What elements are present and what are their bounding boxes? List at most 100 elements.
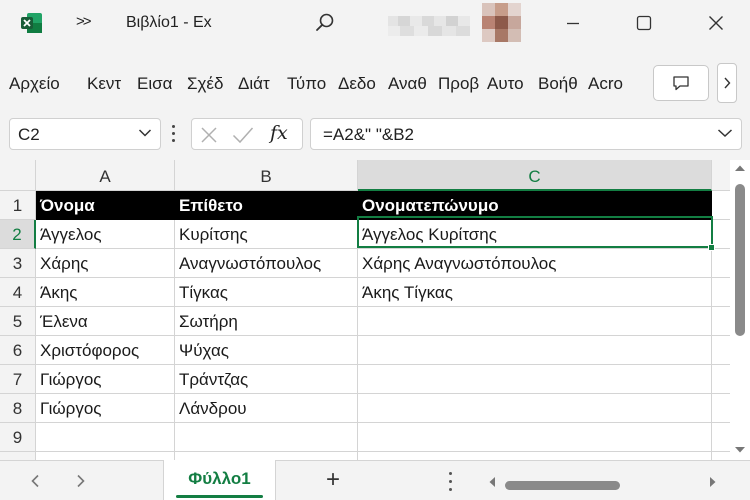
cell-d4[interactable] (712, 278, 730, 307)
cell-d10[interactable] (712, 452, 730, 460)
cell-d8[interactable] (712, 394, 730, 423)
row-header-4[interactable]: 4 (0, 278, 36, 307)
row-header-10[interactable]: 10 (0, 452, 36, 460)
row-header-1[interactable]: 1 (0, 191, 36, 220)
previous-sheet-icon[interactable] (30, 474, 40, 488)
row-header-8[interactable]: 8 (0, 394, 36, 423)
tab-insert[interactable]: Εισα (137, 74, 179, 96)
cell-b8[interactable]: Λάνδρου (175, 394, 358, 423)
chevron-right-icon (724, 77, 731, 89)
cell-c8[interactable] (358, 394, 712, 423)
tab-draw[interactable]: Σχέδ (187, 74, 230, 96)
cell-a6[interactable]: Χριστόφορος (36, 336, 175, 365)
cancel-icon[interactable] (200, 126, 218, 144)
cell-c6[interactable] (358, 336, 712, 365)
next-sheet-icon[interactable] (76, 474, 86, 488)
vertical-scrollbar[interactable] (730, 160, 750, 460)
close-button[interactable] (696, 6, 736, 40)
cell-d1[interactable] (712, 191, 730, 220)
formula-bar-grip-icon[interactable] (172, 125, 176, 143)
tab-layout[interactable]: Διάτ (238, 74, 279, 96)
scroll-left-icon[interactable] (488, 476, 496, 488)
worksheet-grid[interactable]: A B C 1 2 3 4 5 6 7 8 9 10 Όνομα Επίθετο… (0, 160, 730, 460)
active-cell-border (357, 216, 713, 248)
cell-c7[interactable] (358, 365, 712, 394)
cell-b7[interactable]: Τράντζας (175, 365, 358, 394)
tab-data[interactable]: Δεδο (338, 74, 380, 96)
cell-d5[interactable] (712, 307, 730, 336)
cell-d7[interactable] (712, 365, 730, 394)
cell-a9[interactable] (36, 423, 175, 452)
cell-a1[interactable]: Όνομα (36, 191, 175, 220)
minimize-icon (567, 22, 579, 25)
cell-b9[interactable] (175, 423, 358, 452)
row-header-7[interactable]: 7 (0, 365, 36, 394)
enter-icon[interactable] (232, 126, 254, 144)
column-header-b[interactable]: B (175, 160, 358, 191)
horizontal-scroll-thumb[interactable] (505, 481, 620, 490)
row-header-9[interactable]: 9 (0, 423, 36, 452)
scroll-up-icon[interactable] (734, 164, 746, 172)
sheet-tab-active[interactable]: Φύλλο1 (163, 460, 276, 500)
cell-c9[interactable] (358, 423, 712, 452)
minimize-button[interactable] (553, 6, 593, 40)
formula-input[interactable]: =A2&" "&B2 (310, 118, 742, 150)
row-header-6[interactable]: 6 (0, 336, 36, 365)
column-header-c[interactable]: C (358, 160, 712, 191)
account-name[interactable] (388, 16, 470, 36)
insert-function-button[interactable]: fx (270, 122, 288, 144)
add-sheet-button[interactable]: + (326, 468, 340, 492)
tab-review[interactable]: Αναθ (388, 74, 430, 96)
name-box[interactable]: C2 (9, 118, 161, 150)
more-commands-icon[interactable]: >> (76, 13, 91, 30)
comments-button[interactable] (653, 65, 709, 101)
row-header-3[interactable]: 3 (0, 249, 36, 278)
cell-a4[interactable]: Άκης (36, 278, 175, 307)
tab-formulas[interactable]: Τύπο (287, 74, 330, 96)
cell-a8[interactable]: Γιώργος (36, 394, 175, 423)
cell-a7[interactable]: Γιώργος (36, 365, 175, 394)
chevron-down-icon[interactable] (138, 128, 152, 138)
scroll-right-icon[interactable] (709, 476, 717, 488)
search-icon[interactable] (313, 11, 337, 35)
cell-b10[interactable] (175, 452, 358, 460)
tab-file[interactable]: Αρχείο (9, 74, 75, 96)
tab-automate[interactable]: Αυτο (487, 74, 530, 96)
cell-d6[interactable] (712, 336, 730, 365)
cell-c3[interactable]: Χάρης Αναγνωστόπουλος (358, 249, 712, 278)
row-header-2[interactable]: 2 (0, 220, 36, 249)
row-header-5[interactable]: 5 (0, 307, 36, 336)
column-header-a[interactable]: A (36, 160, 175, 191)
cell-b2[interactable]: Κυρίτσης (175, 220, 358, 249)
cell-b3[interactable]: Αναγνωστόπουλος (175, 249, 358, 278)
cell-b5[interactable]: Σωτήρη (175, 307, 358, 336)
comments-icon (673, 76, 689, 91)
tab-home[interactable]: Κεντ (87, 74, 129, 96)
tab-acrobat[interactable]: Acro (588, 74, 632, 96)
column-header-d[interactable] (712, 160, 730, 191)
select-all-corner[interactable] (0, 160, 36, 191)
cell-d9[interactable] (712, 423, 730, 452)
cell-d3[interactable] (712, 249, 730, 278)
cell-a5[interactable]: Έλενα (36, 307, 175, 336)
tab-view[interactable]: Προβ (438, 74, 480, 96)
cell-b4[interactable]: Τίγκας (175, 278, 358, 307)
cell-a2[interactable]: Άγγελος (36, 220, 175, 249)
cell-b1[interactable]: Επίθετο (175, 191, 358, 220)
cell-a3[interactable]: Χάρης (36, 249, 175, 278)
avatar[interactable] (482, 3, 521, 43)
vertical-scroll-thumb[interactable] (735, 184, 745, 336)
cell-c4[interactable]: Άκης Τίγκας (358, 278, 712, 307)
cell-c10[interactable] (358, 452, 712, 460)
scroll-down-icon[interactable] (734, 446, 746, 454)
maximize-button[interactable] (624, 6, 664, 40)
cell-a10[interactable] (36, 452, 175, 460)
more-options-icon[interactable] (448, 470, 454, 494)
expand-icon[interactable] (717, 128, 733, 138)
cell-b6[interactable]: Ψύχας (175, 336, 358, 365)
ribbon-scroll-right-button[interactable] (717, 63, 737, 103)
tab-help[interactable]: Βοήθ (538, 74, 580, 96)
cell-c5[interactable] (358, 307, 712, 336)
document-title: Βιβλίο1 - Ex (126, 14, 212, 31)
fill-handle[interactable] (708, 244, 715, 251)
